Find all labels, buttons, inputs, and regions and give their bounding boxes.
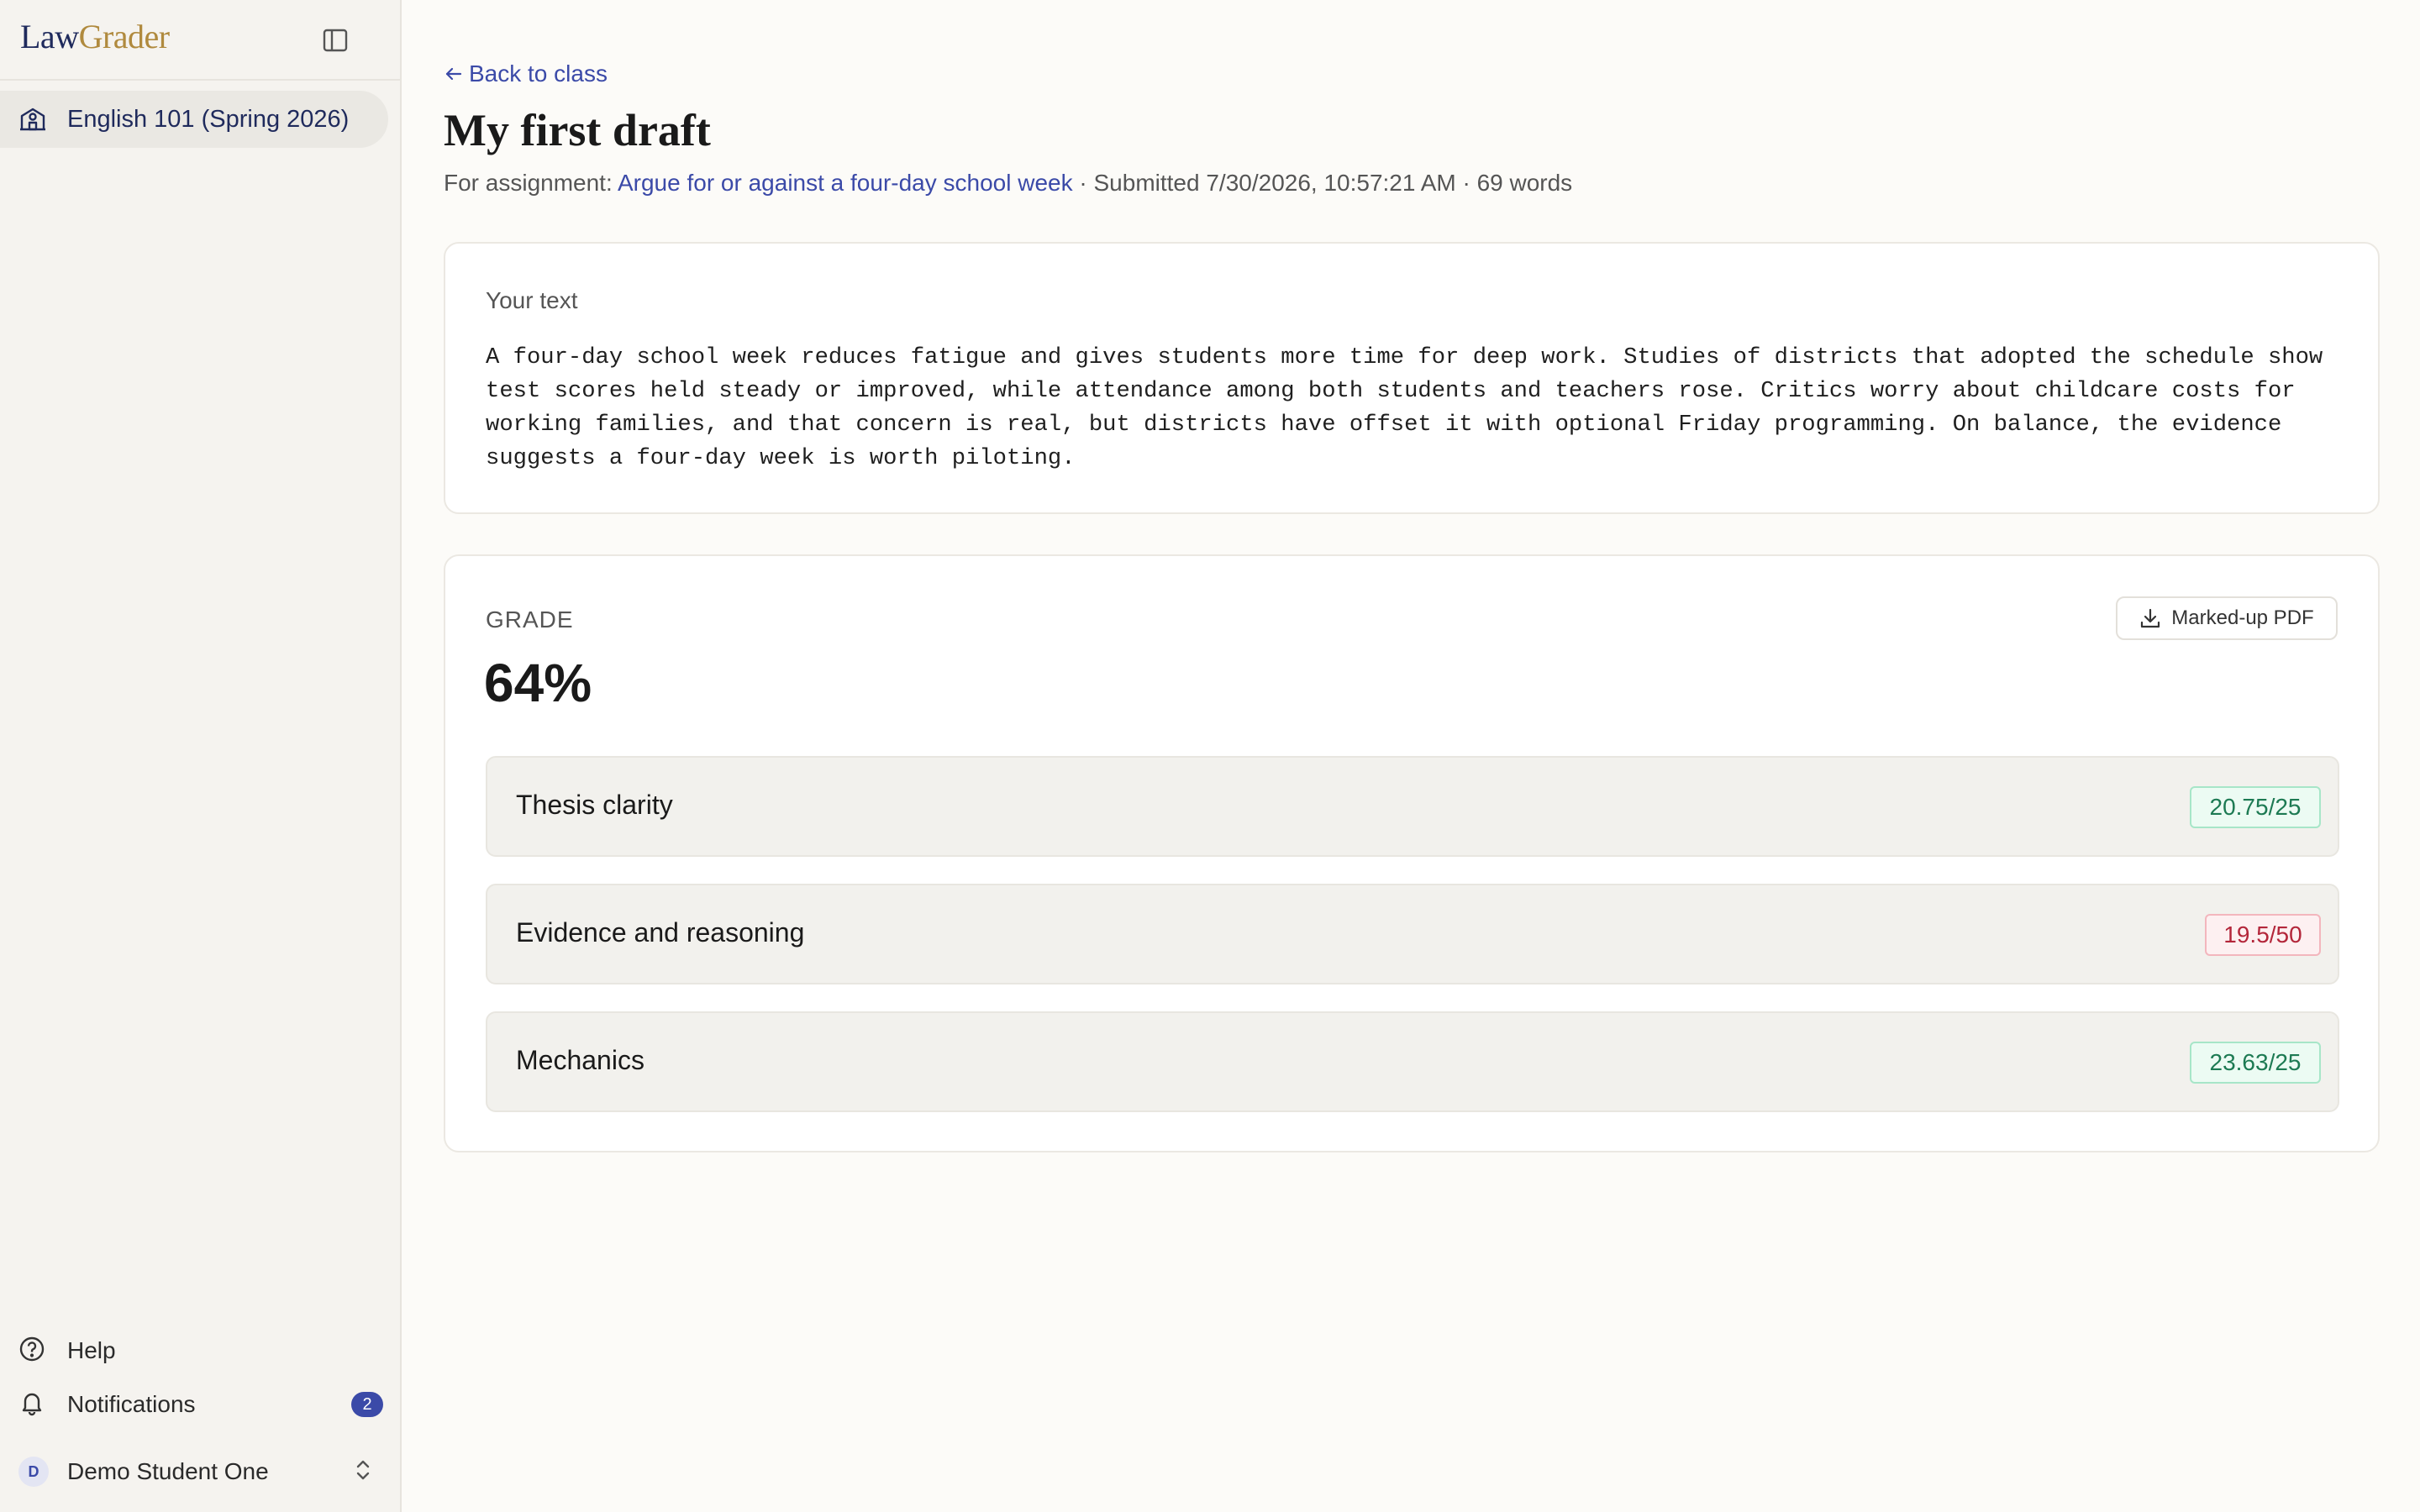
grade-label: GRADE [486,606,574,633]
sidebar: LawGrader English 101 (Spring 2026) Help… [0,0,402,1512]
meta-prefix: For assignment: [444,170,618,196]
sidebar-item-label: English 101 (Spring 2026) [67,105,350,133]
sidebar-item-help[interactable]: Help [0,1326,402,1376]
help-label: Help [67,1337,116,1363]
criterion-name: Mechanics [516,1045,644,1075]
sidebar-panel-icon [323,29,348,52]
criterion-score-badge: 23.63/25 [2190,1042,2321,1084]
submission-meta: For assignment: Argue for or against a f… [444,170,1572,197]
help-circle-icon [18,1336,45,1367]
your-text-label: Your text [486,287,578,313]
arrow-left-icon [445,67,462,81]
notifications-label: Notifications [67,1391,196,1417]
user-name: Demo Student One [67,1458,269,1484]
back-link-label: Back to class [469,60,608,87]
criterion-name: Evidence and reasoning [516,917,805,948]
back-to-class-link[interactable]: Back to class [444,60,608,87]
pdf-button-label: Marked-up PDF [2171,606,2314,629]
avatar: D [18,1457,49,1487]
page-title: My first draft [444,105,711,155]
notifications-count-badge: 2 [351,1392,383,1417]
your-text-card: Your text A four-day school week reduces… [444,242,2380,514]
grade-value: 64% [484,653,592,713]
chevron-up-down-icon [351,1457,375,1488]
user-menu[interactable]: D Demo Student One [0,1446,402,1497]
assignment-link[interactable]: Argue for or against a four-day school w… [618,170,1073,196]
app-logo[interactable]: LawGrader [20,17,170,56]
sidebar-item-english-101[interactable]: English 101 (Spring 2026) [0,91,388,148]
sidebar-item-notifications[interactable]: Notifications 2 [0,1379,402,1430]
bell-icon [18,1389,45,1420]
criterion-row[interactable]: Mechanics 23.63/25 [486,1011,2339,1112]
meta-suffix: · Submitted 7/30/2026, 10:57:21 AM · 69 … [1072,170,1573,196]
criterion-score-badge: 19.5/50 [2205,914,2321,956]
criterion-row[interactable]: Evidence and reasoning 19.5/50 [486,884,2339,984]
criterion-score-badge: 20.75/25 [2190,786,2321,828]
sidebar-toggle-button[interactable] [319,25,351,55]
download-icon [2141,608,2160,628]
marked-up-pdf-button[interactable]: Marked-up PDF [2116,596,2338,640]
criterion-name: Thesis clarity [516,790,673,820]
school-icon [18,104,47,137]
logo-text-law: Law [20,18,79,55]
grade-card: GRADE 64% Marked-up PDF Thesis clarity 2… [444,554,2380,1152]
logo-text-grader: Grader [78,18,171,55]
sidebar-header: LawGrader [0,0,400,81]
criterion-row[interactable]: Thesis clarity 20.75/25 [486,756,2339,857]
essay-text: A four-day school week reduces fatigue a… [486,344,2323,471]
